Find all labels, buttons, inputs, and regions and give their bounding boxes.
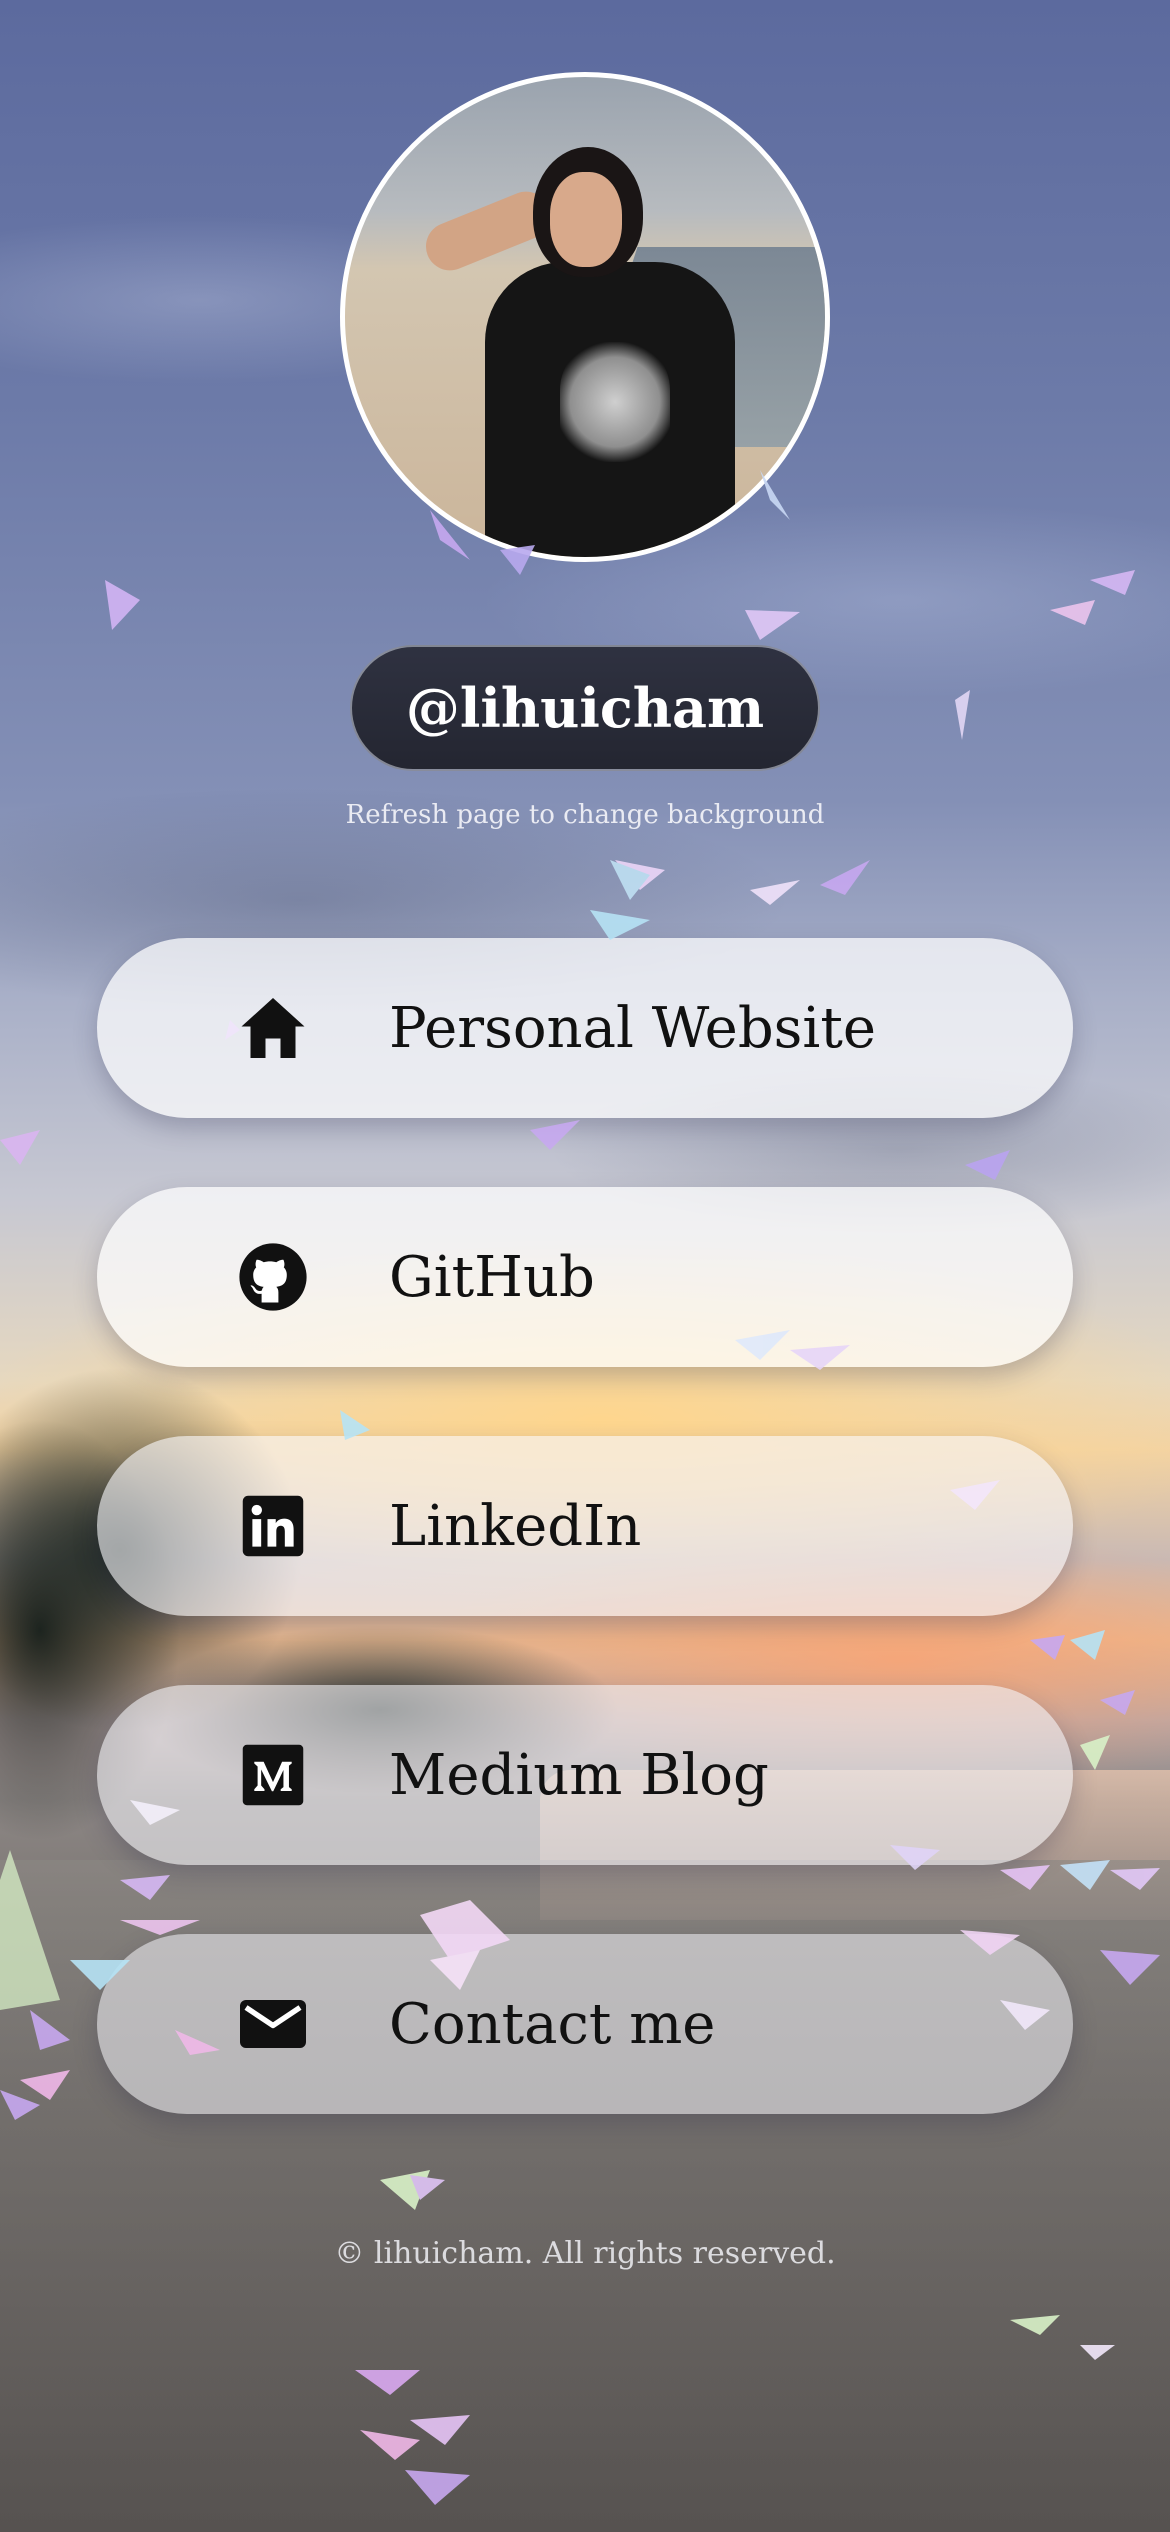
github-icon	[237, 1241, 309, 1313]
avatar-shirt-print	[560, 342, 670, 462]
link-label: Personal Website	[389, 995, 876, 1061]
avatar-face	[550, 172, 622, 267]
link-label: Medium Blog	[389, 1742, 769, 1808]
link-medium-blog[interactable]: Medium Blog	[97, 1685, 1073, 1865]
link-label: GitHub	[389, 1244, 595, 1310]
link-contact-me[interactable]: Contact me	[97, 1934, 1073, 2114]
link-label: Contact me	[389, 1991, 716, 2057]
avatar	[340, 72, 830, 562]
medium-icon	[237, 1739, 309, 1811]
copyright-footer: © lihuicham. All rights reserved.	[334, 2236, 836, 2271]
link-github[interactable]: GitHub	[97, 1187, 1073, 1367]
home-icon	[237, 992, 309, 1064]
link-linkedin[interactable]: LinkedIn	[97, 1436, 1073, 1616]
username-text: @lihuicham	[405, 676, 765, 740]
link-personal-website[interactable]: Personal Website	[97, 938, 1073, 1118]
linkedin-icon	[237, 1490, 309, 1562]
mail-icon	[237, 1988, 309, 2060]
link-list: Personal Website GitHub LinkedIn Medium …	[97, 938, 1073, 2183]
link-label: LinkedIn	[389, 1493, 642, 1559]
refresh-hint: Refresh page to change background	[345, 800, 825, 830]
username-badge: @lihuicham	[350, 645, 820, 771]
